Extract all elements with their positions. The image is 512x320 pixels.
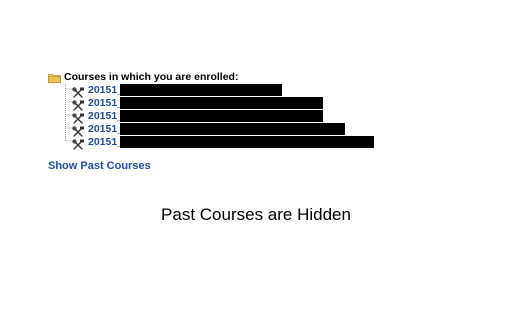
course-item[interactable]: 20151_: [72, 123, 123, 137]
course-link[interactable]: 20151_: [88, 110, 123, 122]
redacted-course-name: [120, 136, 374, 148]
course-item[interactable]: 20151_: [72, 97, 123, 111]
course-item[interactable]: 20151_: [72, 110, 123, 124]
tools-icon: [72, 137, 85, 150]
course-link[interactable]: 20151_: [88, 136, 123, 148]
course-item[interactable]: 20151_: [72, 84, 123, 98]
course-link[interactable]: 20151_: [88, 123, 123, 135]
tools-icon: [72, 124, 85, 137]
enrolled-courses-header: Courses in which you are enrolled:: [48, 70, 238, 84]
redacted-course-name: [120, 123, 345, 135]
course-link[interactable]: 20151_: [88, 97, 123, 109]
enrolled-courses-header-label: Courses in which you are enrolled:: [64, 71, 239, 83]
tools-icon: [72, 98, 85, 111]
redacted-course-name: [120, 110, 323, 122]
redacted-course-name: [120, 84, 282, 96]
page: Courses in which you are enrolled: 20151…: [0, 0, 512, 320]
caption-text: Past Courses are Hidden: [161, 205, 351, 224]
course-item[interactable]: 20151_: [72, 136, 123, 150]
folder-icon: [48, 73, 61, 83]
tools-icon: [72, 85, 85, 98]
tools-icon: [72, 111, 85, 124]
show-past-courses-link[interactable]: Show Past Courses: [48, 160, 151, 172]
redacted-course-name: [120, 97, 323, 109]
course-link[interactable]: 20151_: [88, 84, 123, 96]
